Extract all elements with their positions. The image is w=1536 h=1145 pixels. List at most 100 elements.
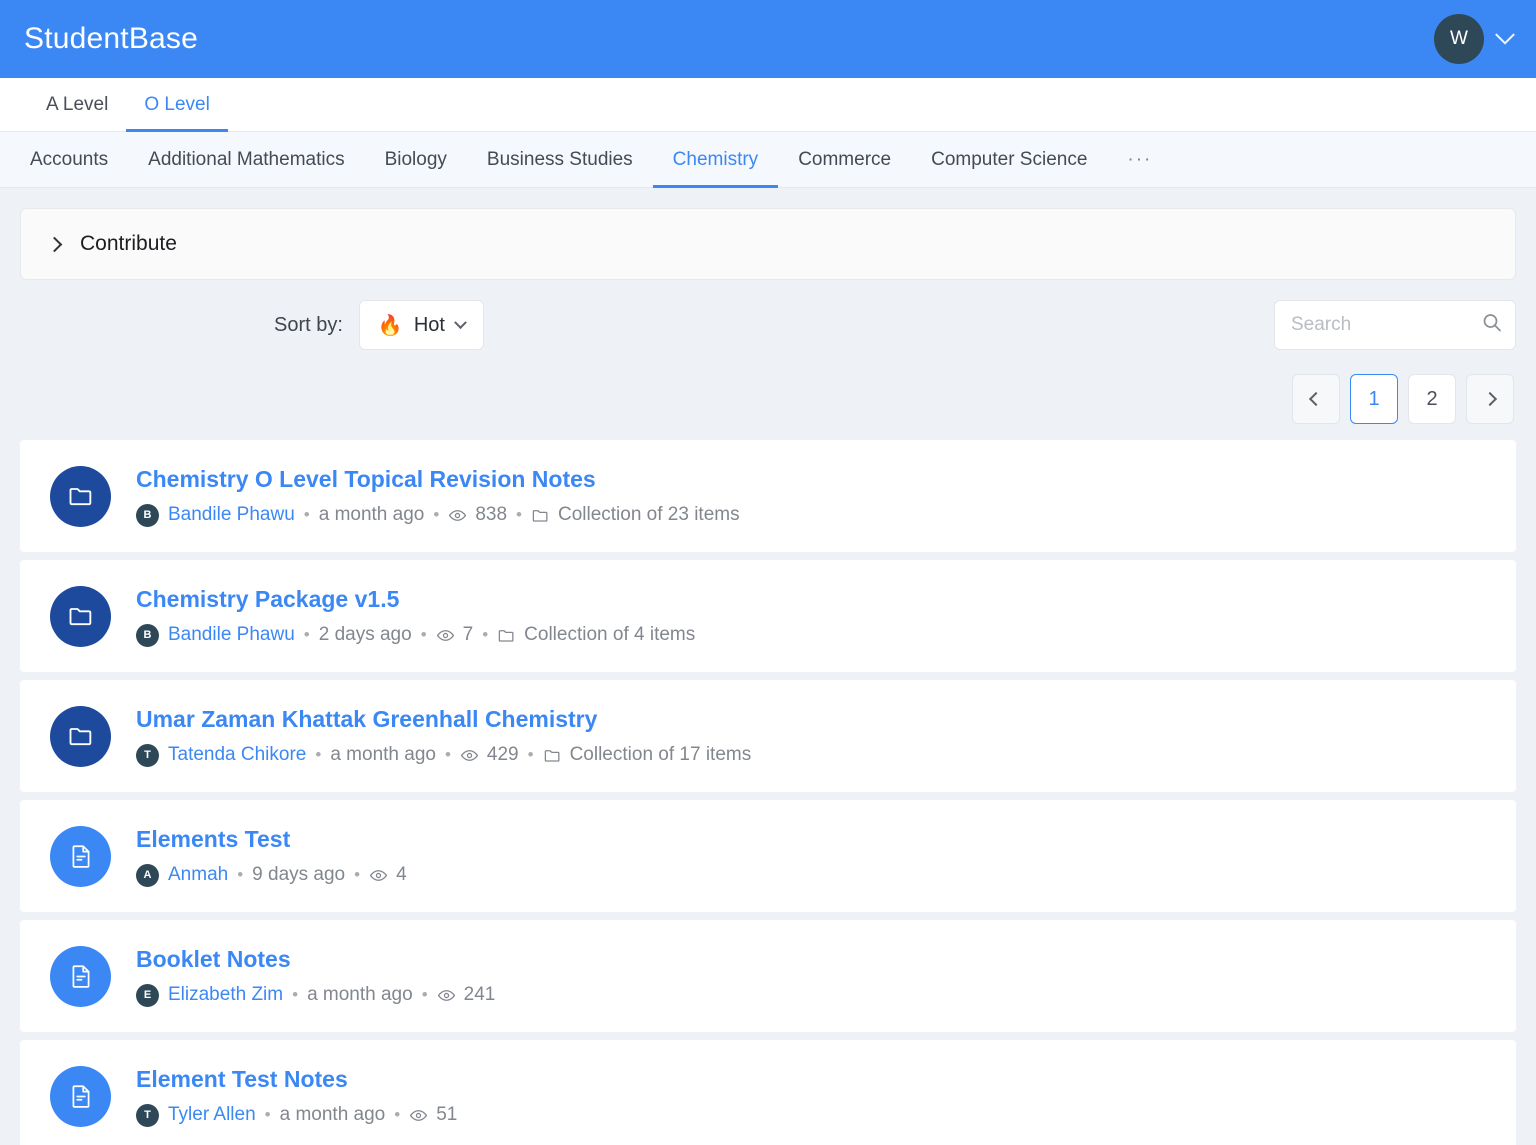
collection-count: Collection of 23 items <box>557 504 740 525</box>
meta-separator: • <box>444 745 451 764</box>
tab-biology[interactable]: Biology <box>365 132 467 187</box>
author-name: Tatenda Chikore <box>168 744 307 765</box>
search-box <box>1274 300 1516 350</box>
list-item-author[interactable]: T Tyler Allen <box>136 1103 256 1127</box>
author-avatar: T <box>136 743 159 767</box>
chevron-down-icon <box>454 315 467 329</box>
sort-dropdown[interactable]: 🔥 Hot <box>358 300 484 350</box>
meta-separator: • <box>394 1105 401 1124</box>
list-item-author[interactable]: E Elizabeth Zim <box>136 983 284 1007</box>
list-item-body: Chemistry Package v1.5 B Bandile Phawu • 2 d… <box>136 586 695 647</box>
list-item-body: Umar Zaman Khattak Greenhall Chemistry T T… <box>136 706 751 767</box>
view-count: 51 <box>436 1104 458 1125</box>
pagination-prev-button[interactable] <box>1292 374 1340 424</box>
pagination-page-2[interactable]: 2 <box>1408 374 1456 424</box>
list-item-body: Elements Test A Anmah • 9 days ago • 4 <box>136 826 407 887</box>
author-name: Anmah <box>168 864 229 885</box>
view-count: 4 <box>396 864 407 885</box>
view-count: 7 <box>462 624 474 645</box>
avatar[interactable]: W <box>1434 14 1484 64</box>
view-count: 429 <box>486 744 519 765</box>
tab-overflow-more-icon[interactable]: ··· <box>1107 132 1172 187</box>
folder-icon <box>50 705 111 767</box>
app-header: StudentBase W <box>0 0 1536 78</box>
tab-additional-mathematics[interactable]: Additional Mathematics <box>128 132 364 187</box>
list-item-time: a month ago <box>279 1104 386 1125</box>
tab-business-studies[interactable]: Business Studies <box>467 132 653 187</box>
list-item-meta: B Bandile Phawu • a month ago • 838 • Collectio… <box>136 503 740 527</box>
list-item[interactable]: Booklet Notes E Elizabeth Zim • a month ago •… <box>20 920 1516 1032</box>
list-item-title[interactable]: Element Test Notes <box>136 1066 457 1093</box>
author-avatar: T <box>136 1103 159 1127</box>
list-item-title[interactable]: Chemistry O Level Topical Revision Notes <box>136 466 740 493</box>
list-item-time: 2 days ago <box>318 624 412 645</box>
document-icon <box>50 825 111 887</box>
list-item-collection: Collection of 23 items <box>531 504 740 526</box>
tab-computer-science[interactable]: Computer Science <box>911 132 1107 187</box>
tab-o-level[interactable]: O Level <box>126 78 229 132</box>
list-item[interactable]: Elements Test A Anmah • 9 days ago • 4 <box>20 800 1516 912</box>
chevron-left-icon <box>1308 391 1324 407</box>
sort-by-label: Sort by: <box>274 313 343 336</box>
tab-chemistry[interactable]: Chemistry <box>652 132 779 188</box>
subject-tab-bar: Accounts Additional Mathematics Biology … <box>0 132 1536 188</box>
list-item-views: 4 <box>369 864 407 886</box>
contribute-panel[interactable]: Contribute <box>20 208 1516 280</box>
level-tab-bar: A Level O Level <box>0 78 1536 132</box>
document-icon <box>50 1065 111 1127</box>
list-item-author[interactable]: A Anmah <box>136 863 229 887</box>
author-avatar: E <box>136 983 159 1007</box>
meta-separator: • <box>482 625 489 644</box>
search-input[interactable] <box>1274 300 1516 350</box>
list-item-author[interactable]: T Tatenda Chikore <box>136 743 307 767</box>
list-item-title[interactable]: Umar Zaman Khattak Greenhall Chemistry <box>136 706 751 733</box>
folder-icon <box>50 585 111 647</box>
list-item-views: 7 <box>436 624 474 646</box>
list-item-author[interactable]: B Bandile Phawu <box>136 503 295 527</box>
list-item[interactable]: Umar Zaman Khattak Greenhall Chemistry T T… <box>20 680 1516 792</box>
meta-separator: • <box>303 625 310 644</box>
pagination-page-1[interactable]: 1 <box>1350 374 1398 424</box>
meta-separator: • <box>527 745 534 764</box>
author-avatar: B <box>136 503 159 527</box>
account-menu[interactable]: W <box>1434 14 1515 64</box>
list-item-time: 9 days ago <box>252 864 346 885</box>
list-item[interactable]: Element Test Notes T Tyler Allen • a month a… <box>20 1040 1516 1145</box>
chevron-down-icon[interactable] <box>1495 24 1515 45</box>
list-item[interactable]: Chemistry Package v1.5 B Bandile Phawu • 2 d… <box>20 560 1516 672</box>
pagination: 1 2 <box>0 352 1536 440</box>
list-item-title[interactable]: Chemistry Package v1.5 <box>136 586 695 613</box>
list-item-title[interactable]: Elements Test <box>136 826 407 853</box>
folder-icon <box>50 465 111 527</box>
list-item-meta: B Bandile Phawu • 2 days ago • 7 • Collection o… <box>136 623 695 647</box>
list-item-author[interactable]: B Bandile Phawu <box>136 623 295 647</box>
list-item-title[interactable]: Booklet Notes <box>136 946 495 973</box>
list-item-body: Booklet Notes E Elizabeth Zim • a month ago •… <box>136 946 495 1007</box>
list-item-views: 838 <box>448 504 507 526</box>
list-item-time: a month ago <box>318 504 425 525</box>
list-item-collection: Collection of 4 items <box>497 624 695 646</box>
list-item[interactable]: Chemistry O Level Topical Revision Notes… <box>20 440 1516 552</box>
app-title: StudentBase <box>24 22 198 55</box>
meta-separator: • <box>264 1105 271 1124</box>
tab-accounts[interactable]: Accounts <box>10 132 128 187</box>
author-avatar: A <box>136 863 159 887</box>
tab-commerce[interactable]: Commerce <box>778 132 911 187</box>
pagination-next-button[interactable] <box>1466 374 1514 424</box>
fire-icon: 🔥 <box>377 314 403 337</box>
author-name: Tyler Allen <box>168 1104 256 1125</box>
list-item-views: 51 <box>409 1104 457 1126</box>
sort-value: Hot <box>413 313 445 336</box>
meta-separator: • <box>516 505 522 524</box>
list-item-time: a month ago <box>307 984 413 1005</box>
list-item-views: 429 <box>460 744 519 766</box>
author-name: Elizabeth Zim <box>168 984 284 1005</box>
meta-separator: • <box>303 505 310 524</box>
author-name: Bandile Phawu <box>168 504 295 525</box>
list-item-meta: T Tyler Allen • a month ago • 51 <box>136 1103 457 1127</box>
view-count: 838 <box>475 504 508 525</box>
tab-a-level[interactable]: A Level <box>28 78 126 131</box>
document-icon <box>50 945 111 1007</box>
list-item-meta: A Anmah • 9 days ago • 4 <box>136 863 407 887</box>
meta-separator: • <box>433 505 440 524</box>
